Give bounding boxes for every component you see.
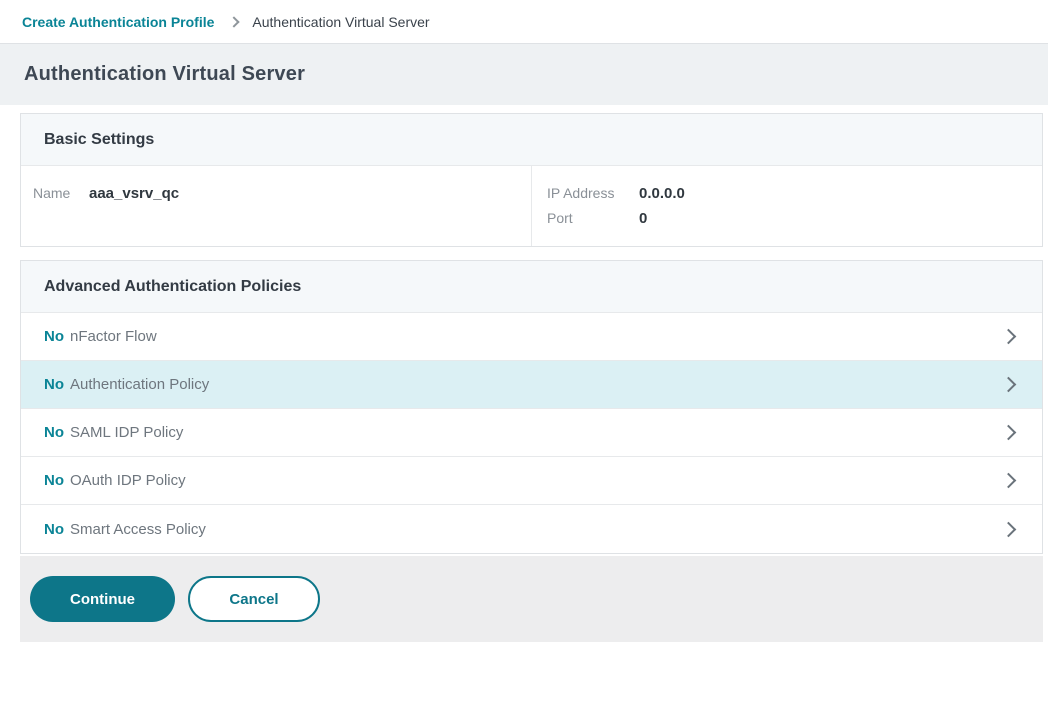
advanced-policies-header: Advanced Authentication Policies <box>21 261 1042 313</box>
basic-settings-left-column: Name aaa_vsrv_qc <box>21 166 531 246</box>
basic-settings-right-column: IP Address 0.0.0.0 Port 0 <box>531 166 1042 246</box>
breadcrumb-link-create-authentication-profile[interactable]: Create Authentication Profile <box>22 14 214 30</box>
policy-count: No <box>44 472 64 489</box>
basic-settings-body: Name aaa_vsrv_qc IP Address 0.0.0.0 Port… <box>21 166 1042 246</box>
ip-address-field: IP Address 0.0.0.0 <box>547 185 1042 202</box>
policy-label: SAML IDP Policy <box>70 424 183 441</box>
port-field: Port 0 <box>547 210 1042 227</box>
name-field: Name aaa_vsrv_qc <box>33 185 531 202</box>
policy-count: No <box>44 521 64 538</box>
advanced-policies-title: Advanced Authentication Policies <box>44 278 301 296</box>
basic-settings-card: Basic Settings Name aaa_vsrv_qc IP Addre… <box>20 113 1043 247</box>
policy-row-authentication-policy[interactable]: No Authentication Policy <box>21 361 1042 409</box>
ip-address-label: IP Address <box>547 185 639 201</box>
page-title: Authentication Virtual Server <box>24 63 305 86</box>
chevron-right-icon <box>229 16 240 27</box>
action-bar: Continue Cancel <box>20 556 1043 642</box>
chevron-right-icon <box>1001 425 1017 441</box>
cancel-button[interactable]: Cancel <box>188 576 320 622</box>
policy-row-smart-access-policy[interactable]: No Smart Access Policy <box>21 505 1042 553</box>
breadcrumb-current: Authentication Virtual Server <box>252 14 429 30</box>
basic-settings-header: Basic Settings <box>21 114 1042 166</box>
ip-address-value: 0.0.0.0 <box>639 185 685 202</box>
policy-label: nFactor Flow <box>70 328 157 345</box>
policy-row-nfactor-flow[interactable]: No nFactor Flow <box>21 313 1042 361</box>
policy-label: Authentication Policy <box>70 376 209 393</box>
name-label: Name <box>33 185 89 201</box>
chevron-right-icon <box>1001 329 1017 345</box>
port-value: 0 <box>639 210 647 227</box>
policy-label: OAuth IDP Policy <box>70 472 186 489</box>
policy-row-oauth-idp-policy[interactable]: No OAuth IDP Policy <box>21 457 1042 505</box>
continue-button[interactable]: Continue <box>30 576 175 622</box>
policy-count: No <box>44 376 64 393</box>
page-title-bar: Authentication Virtual Server <box>0 44 1048 105</box>
policy-count: No <box>44 328 64 345</box>
name-value: aaa_vsrv_qc <box>89 185 179 202</box>
breadcrumb: Create Authentication Profile Authentica… <box>0 0 1048 44</box>
screen: Create Authentication Profile Authentica… <box>0 0 1048 716</box>
basic-settings-title: Basic Settings <box>44 131 154 149</box>
chevron-right-icon <box>1001 521 1017 537</box>
policy-row-saml-idp-policy[interactable]: No SAML IDP Policy <box>21 409 1042 457</box>
chevron-right-icon <box>1001 377 1017 393</box>
chevron-right-icon <box>1001 473 1017 489</box>
policy-label: Smart Access Policy <box>70 521 206 538</box>
policy-count: No <box>44 424 64 441</box>
advanced-authentication-policies-card: Advanced Authentication Policies No nFac… <box>20 260 1043 554</box>
port-label: Port <box>547 210 639 226</box>
